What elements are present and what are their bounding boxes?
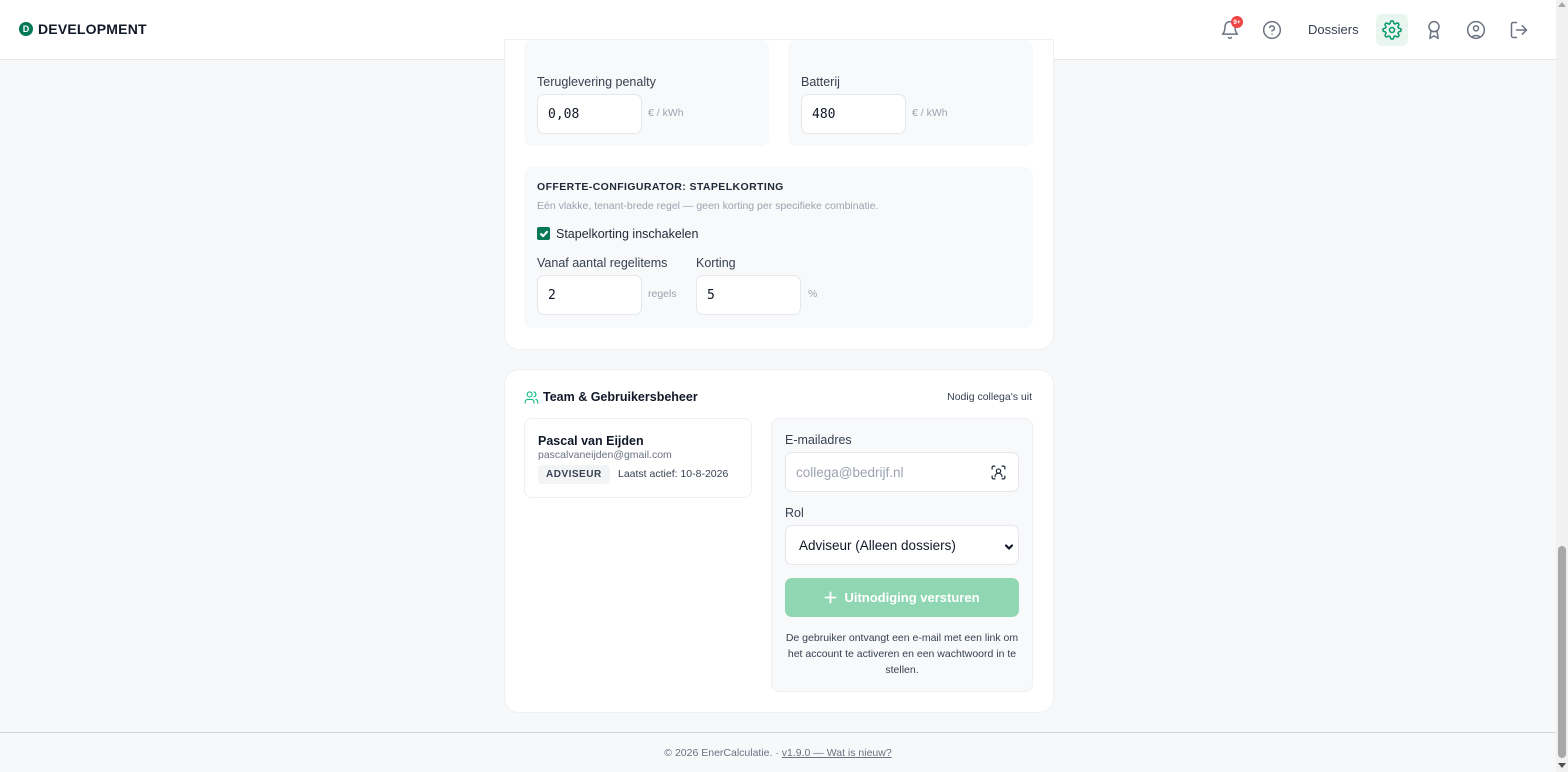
team-icon-wrap — [524, 390, 539, 405]
send-invitation-button[interactable]: Uitnodiging versturen — [785, 578, 1019, 617]
battery-panel: Batterij 480 € / kWh — [788, 40, 1033, 146]
team-card: Team & Gebruikersbeheer Nodig collega's … — [505, 370, 1053, 712]
notifications-button[interactable]: 9+ — [1215, 15, 1245, 45]
battery-label: Batterij — [801, 75, 840, 89]
battery-input[interactable]: 480 — [801, 94, 906, 134]
logout-icon — [1510, 21, 1528, 39]
help-icon — [1262, 20, 1282, 40]
settings-button[interactable] — [1376, 14, 1408, 46]
achievements-button[interactable] — [1419, 15, 1449, 45]
discount-unit: % — [808, 288, 818, 300]
email-label: E-mailadres — [785, 433, 852, 447]
brand-name: DEVELOPMENT — [38, 21, 147, 37]
send-invitation-label: Uitnodiging versturen — [844, 590, 980, 605]
award-icon — [1428, 20, 1440, 40]
brand-logo[interactable]: D DEVELOPMENT — [19, 21, 147, 37]
logout-button[interactable] — [1504, 15, 1534, 45]
plus-icon — [824, 591, 838, 604]
user-card: Pascal van Eijden pascalvaneijden@gmail.… — [524, 418, 752, 498]
user-last-active: Laatst actief: 10-8-2026 — [618, 468, 729, 480]
stack-discount-title: OFFERTE-CONFIGURATOR: STAPELKORTING — [537, 181, 784, 193]
users-icon — [524, 391, 539, 404]
chevron-down-icon — [1004, 540, 1014, 550]
stack-discount-panel: OFFERTE-CONFIGURATOR: STAPELKORTING Eén … — [524, 167, 1033, 328]
gear-icon — [1382, 20, 1402, 40]
scroll-down-arrow[interactable] — [1558, 763, 1566, 768]
penalty-input[interactable]: 0,08 — [537, 94, 642, 134]
team-title: Team & Gebruikersbeheer — [543, 390, 698, 404]
face-scan-icon — [991, 465, 1006, 480]
role-label: Rol — [785, 506, 804, 520]
discount-label: Korting — [696, 256, 736, 270]
scroll-up-arrow[interactable] — [1558, 2, 1566, 7]
help-button[interactable] — [1257, 15, 1287, 45]
invite-panel: E-mailadres collega@bedrijf.nl Rol Advis… — [771, 418, 1033, 692]
brand-mark-icon: D — [19, 22, 33, 36]
from-items-unit: regels — [648, 288, 677, 300]
from-items-label: Vanaf aantal regelitems — [537, 256, 668, 270]
penalty-panel: Teruglevering penalty 0,08 € / kWh — [524, 40, 769, 146]
version-link[interactable]: v1.9.0 — Wat is nieuw? — [782, 747, 892, 759]
page-scrollbar[interactable] — [1556, 0, 1568, 772]
stack-discount-description: Eén vlakke, tenant-brede regel — geen ko… — [537, 200, 879, 212]
from-items-input[interactable]: 2 — [537, 275, 642, 315]
nav-dossiers-link[interactable]: Dossiers — [1308, 22, 1359, 37]
user-circle-icon — [1466, 20, 1486, 40]
footer-copyright: © 2026 EnerCalculatie. · — [664, 747, 782, 759]
discount-input[interactable]: 5 — [696, 275, 801, 315]
user-email: pascalvaneijden@gmail.com — [538, 449, 672, 461]
battery-unit: € / kWh — [912, 107, 948, 119]
user-role-badge: ADVISEUR — [538, 465, 610, 484]
penalty-unit: € / kWh — [648, 107, 684, 119]
check-icon — [539, 230, 548, 237]
invitation-note: De gebruiker ontvangt een e-mail met een… — [785, 632, 1019, 676]
footer-text: © 2026 EnerCalculatie. · v1.9.0 — Wat is… — [0, 747, 1556, 759]
stack-discount-checkbox[interactable] — [537, 227, 550, 240]
role-select-value: Adviseur (Alleen dossiers) — [799, 537, 956, 553]
notification-badge: 9+ — [1231, 16, 1243, 28]
footer: © 2026 EnerCalculatie. · v1.9.0 — Wat is… — [0, 732, 1556, 772]
scroll-thumb[interactable] — [1558, 546, 1566, 758]
email-input[interactable]: collega@bedrijf.nl — [785, 452, 1019, 492]
stack-discount-checkbox-label[interactable]: Stapelkorting inschakelen — [556, 227, 698, 241]
settings-card: Teruglevering penalty 0,08 € / kWh Batte… — [505, 40, 1053, 349]
invite-colleagues-link[interactable]: Nodig collega's uit — [947, 391, 1032, 403]
role-select[interactable]: Adviseur (Alleen dossiers) — [785, 525, 1019, 565]
scan-button[interactable] — [990, 464, 1007, 481]
penalty-label: Teruglevering penalty — [537, 75, 656, 89]
profile-button[interactable] — [1461, 15, 1491, 45]
email-placeholder: collega@bedrijf.nl — [796, 464, 904, 480]
user-name: Pascal van Eijden — [538, 434, 644, 448]
